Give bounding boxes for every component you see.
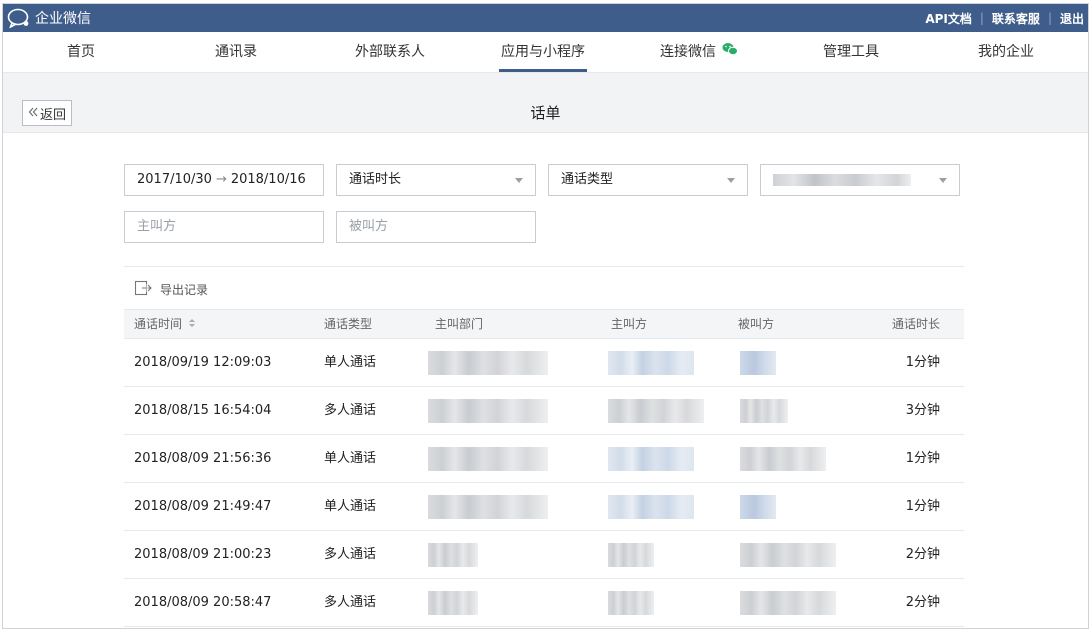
export-label: 导出记录 <box>160 283 209 297</box>
separator: | <box>979 11 984 25</box>
caller-field[interactable]: 主叫方 <box>124 211 324 243</box>
redacted-caller <box>608 543 654 567</box>
nav-item-contacts[interactable]: 通讯录 <box>207 32 265 72</box>
export-icon <box>134 280 152 299</box>
call-time: 2018/09/19 12:09:03 <box>134 355 272 370</box>
nav-item-connect-wechat[interactable]: 连接微信 <box>653 32 745 72</box>
contact-support-link[interactable]: 联系客服 <box>992 10 1040 27</box>
call-time: 2018/08/09 20:58:47 <box>134 595 272 610</box>
top-links: API文档 | 联系客服 | 退出 <box>925 4 1084 32</box>
redacted-department <box>428 591 478 615</box>
sort-icon[interactable] <box>188 310 196 339</box>
col-dept-header: 主叫部门 <box>435 317 484 331</box>
table-row[interactable]: 2018/09/19 12:09:03 单人通话 1分钟 <box>124 339 964 387</box>
nav-item-label: 连接微信 <box>660 44 716 60</box>
redacted-department <box>428 543 478 567</box>
arrow-right-icon: → <box>215 172 227 187</box>
redacted-department <box>428 351 548 375</box>
nav-item-external-contacts[interactable]: 外部联系人 <box>349 32 431 72</box>
redacted-callee <box>740 495 776 519</box>
table-row[interactable]: 2018/08/09 21:49:47 单人通话 1分钟 <box>124 483 964 531</box>
call-type: 单人通话 <box>324 451 377 466</box>
redacted-callee <box>740 399 788 423</box>
call-duration: 3分钟 <box>905 403 940 418</box>
date-start: 2017/10/30 <box>137 172 212 187</box>
call-type: 单人通话 <box>324 355 377 370</box>
app-window: 企业微信 API文档 | 联系客服 | 退出 首页 通讯录 外部联系人 应用与小… <box>2 3 1089 629</box>
sub-header: 话单 返回 <box>3 93 1088 133</box>
api-docs-link[interactable]: API文档 <box>925 10 972 27</box>
call-records-table: 通话时间 通话类型 主叫部门 主叫方 被叫方 通话时长 2018/09/19 1… <box>124 309 964 627</box>
separator: | <box>1047 11 1052 25</box>
back-button[interactable]: 返回 <box>22 100 72 126</box>
redacted-caller <box>608 447 694 471</box>
department-select[interactable] <box>760 164 960 196</box>
call-type: 多人通话 <box>324 403 377 418</box>
redacted-department <box>428 495 548 519</box>
back-label: 返回 <box>39 107 66 123</box>
call-type-select[interactable]: 通话类型 <box>548 164 748 196</box>
call-time: 2018/08/15 16:54:04 <box>134 403 272 418</box>
main-nav: 首页 通讯录 外部联系人 应用与小程序 连接微信 管理工具 我的企业 <box>3 32 1088 73</box>
call-type: 多人通话 <box>324 595 377 610</box>
call-time: 2018/08/09 21:49:47 <box>134 499 272 514</box>
export-records-button[interactable]: 导出记录 <box>134 280 208 299</box>
col-time-header[interactable]: 通话时间 <box>134 310 196 339</box>
redacted-department <box>428 447 548 471</box>
call-duration: 1分钟 <box>905 451 940 466</box>
top-bar: 企业微信 API文档 | 联系客服 | 退出 <box>3 4 1088 32</box>
col-type-header: 通话类型 <box>324 317 373 331</box>
caret-down-icon <box>515 178 523 183</box>
callee-field[interactable]: 被叫方 <box>336 211 536 243</box>
nav-item-admin-tools[interactable]: 管理工具 <box>820 32 882 72</box>
table-header: 通话时间 通话类型 主叫部门 主叫方 被叫方 通话时长 <box>124 309 964 339</box>
call-duration: 2分钟 <box>905 547 940 562</box>
table-row[interactable]: 2018/08/09 21:00:23 多人通话 2分钟 <box>124 531 964 579</box>
wechat-icon <box>722 32 738 72</box>
redacted-callee <box>740 543 836 567</box>
nav-item-home[interactable]: 首页 <box>58 32 104 72</box>
call-type-select-value: 通话类型 <box>561 172 614 187</box>
call-type: 多人通话 <box>324 547 377 562</box>
call-duration: 2分钟 <box>905 595 940 610</box>
section-gap <box>3 73 1088 93</box>
call-type: 单人通话 <box>324 499 377 514</box>
redacted-department <box>428 399 548 423</box>
table-row[interactable]: 2018/08/09 21:56:36 单人通话 1分钟 <box>124 435 964 483</box>
redacted-caller <box>608 351 694 375</box>
app-name: 企业微信 <box>35 11 91 27</box>
table-row[interactable]: 2018/08/15 16:54:04 多人通话 3分钟 <box>124 387 964 435</box>
call-duration: 1分钟 <box>905 499 940 514</box>
divider <box>124 266 964 267</box>
call-time: 2018/08/09 21:00:23 <box>134 547 272 562</box>
table-row[interactable]: 2018/08/09 20:58:47 多人通话 2分钟 <box>124 579 964 627</box>
col-duration-header: 通话时长 <box>891 317 940 331</box>
redacted-value <box>773 173 911 186</box>
page-title: 话单 <box>530 104 561 122</box>
redacted-caller <box>608 399 704 423</box>
caret-down-icon <box>939 178 947 183</box>
redacted-callee <box>740 351 776 375</box>
double-chevron-left-icon <box>28 106 38 121</box>
logout-link[interactable]: 退出 <box>1060 10 1084 27</box>
redacted-caller <box>608 495 694 519</box>
app-logo[interactable]: 企业微信 <box>7 7 91 29</box>
duration-select-value: 通话时长 <box>349 172 402 187</box>
call-time: 2018/08/09 21:56:36 <box>134 451 272 466</box>
redacted-caller <box>608 591 654 615</box>
date-range-picker[interactable]: 2017/10/30 → 2018/10/16 <box>124 164 324 196</box>
caret-down-icon <box>727 178 735 183</box>
date-end: 2018/10/16 <box>230 172 306 187</box>
redacted-callee <box>740 591 836 615</box>
chat-bubble-icon <box>7 8 31 28</box>
col-caller-header: 主叫方 <box>611 317 648 331</box>
call-duration: 1分钟 <box>905 355 940 370</box>
nav-item-apps[interactable]: 应用与小程序 <box>499 32 587 72</box>
col-callee-header: 被叫方 <box>738 317 775 331</box>
duration-select[interactable]: 通话时长 <box>336 164 536 196</box>
nav-item-my-company[interactable]: 我的企业 <box>975 32 1037 72</box>
col-time-label: 通话时间 <box>134 317 183 331</box>
redacted-callee <box>740 447 826 471</box>
